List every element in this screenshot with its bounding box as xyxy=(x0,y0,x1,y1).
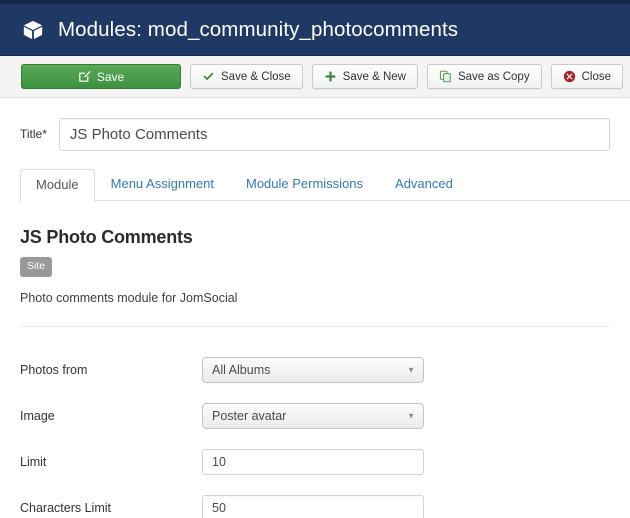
image-select[interactable]: Poster avatar xyxy=(202,402,424,429)
characters-limit-label: Characters Limit xyxy=(20,500,111,515)
close-button[interactable]: Close xyxy=(550,64,623,89)
module-panel: JS Photo Comments Site Photo comments mo… xyxy=(0,227,630,518)
tab-module-permissions[interactable]: Module Permissions xyxy=(230,168,379,201)
field-row-limit: Limit xyxy=(20,439,610,485)
photos-from-select-wrap: All Albums ▼ xyxy=(202,356,424,383)
required-marker: * xyxy=(42,127,47,141)
close-button-label: Close xyxy=(581,70,611,83)
save-and-close-label: Save & Close xyxy=(221,70,291,83)
check-icon xyxy=(202,70,215,83)
copy-icon xyxy=(439,70,452,83)
tab-menu-assignment[interactable]: Menu Assignment xyxy=(95,168,230,201)
title-field-label: Title* xyxy=(20,127,47,141)
title-label-text: Title xyxy=(20,127,43,141)
edit-square-icon xyxy=(78,70,91,83)
tab-module-permissions-label: Module Permissions xyxy=(245,176,364,191)
save-as-copy-button[interactable]: Save as Copy xyxy=(426,64,542,89)
page-header: Modules: mod_community_photocomments xyxy=(0,4,630,56)
save-and-close-button[interactable]: Save & Close xyxy=(190,64,303,89)
save-and-new-button[interactable]: Save & New xyxy=(311,64,418,89)
title-input[interactable] xyxy=(58,117,610,151)
title-field-row: Title* xyxy=(0,98,630,154)
tab-module[interactable]: Module xyxy=(20,169,95,202)
tab-menu-assignment-label: Menu Assignment xyxy=(110,176,214,191)
image-select-wrap: Poster avatar ▼ xyxy=(202,402,424,429)
tab-advanced-label: Advanced xyxy=(395,176,453,191)
page-title: Modules: mod_community_photocomments xyxy=(58,17,459,41)
module-edit-page: Modules: mod_community_photocomments Sav… xyxy=(0,0,630,518)
save-and-new-label: Save & New xyxy=(342,70,406,83)
limit-input[interactable] xyxy=(202,448,424,475)
tab-module-label: Module xyxy=(36,177,79,192)
toolbar: Save Save & Close Save & New Save as Cop… xyxy=(0,56,630,98)
field-row-characters-limit: Characters Limit xyxy=(20,485,610,518)
module-description: Photo comments module for JomSocial xyxy=(20,290,238,305)
cube-icon xyxy=(23,20,43,39)
photos-from-select[interactable]: All Albums xyxy=(202,356,424,383)
limit-label: Limit xyxy=(20,454,47,469)
tab-advanced[interactable]: Advanced xyxy=(379,168,469,201)
characters-limit-input[interactable] xyxy=(202,494,424,518)
tab-bar: Module Menu Assignment Module Permission… xyxy=(0,168,630,202)
close-circle-icon xyxy=(563,70,576,83)
save-as-copy-label: Save as Copy xyxy=(457,70,530,83)
status-badge: Site xyxy=(20,257,53,277)
field-row-photos-from: Photos from All Albums ▼ xyxy=(20,347,610,393)
module-options-form: Photos from All Albums ▼ Image Poster av… xyxy=(20,327,610,518)
plus-icon xyxy=(324,70,337,83)
module-heading: JS Photo Comments xyxy=(20,227,193,247)
photos-from-label: Photos from xyxy=(20,362,88,377)
image-label: Image xyxy=(20,408,55,423)
save-button-label: Save xyxy=(96,69,125,84)
field-row-image: Image Poster avatar ▼ xyxy=(20,393,610,439)
save-button[interactable]: Save xyxy=(21,64,181,89)
